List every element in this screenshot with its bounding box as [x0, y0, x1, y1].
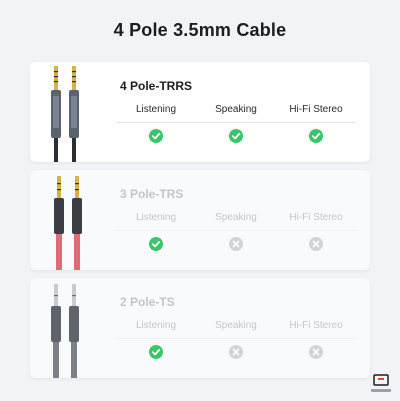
support-icons [116, 237, 356, 251]
cross-icon [276, 237, 356, 251]
col-hifi: Hi-Fi Stereo [289, 104, 343, 115]
col-listening: Listening [135, 104, 177, 115]
cable-image-trrs [30, 62, 110, 162]
col-hifi: Hi-Fi Stereo [289, 212, 343, 223]
pole-title: 2 Pole-TS [120, 295, 175, 309]
check-icon [116, 345, 196, 359]
feature-columns: Listening Speaking Hi-Fi Stereo [116, 104, 356, 115]
pole-title: 4 Pole-TRRS [120, 79, 193, 93]
divider [116, 230, 356, 231]
feature-columns: Listening Speaking Hi-Fi Stereo [116, 320, 356, 331]
col-listening: Listening [135, 320, 177, 331]
col-listening: Listening [135, 212, 177, 223]
support-icons [116, 345, 356, 359]
check-icon [196, 129, 276, 143]
col-speaking: Speaking [215, 212, 257, 223]
cable-image-ts [30, 278, 110, 378]
cable-image-trs [30, 170, 110, 270]
cross-icon [196, 345, 276, 359]
check-icon [116, 129, 196, 143]
pole-card-trrs: 4 Pole-TRRS Listening Speaking Hi-Fi Ste… [30, 62, 370, 162]
pole-card-trs: 3 Pole-TRS Listening Speaking Hi-Fi Ster… [30, 170, 370, 270]
pole-card-ts: 2 Pole-TS Listening Speaking Hi-Fi Stere… [30, 278, 370, 378]
logo-icon [368, 374, 394, 396]
divider [116, 338, 356, 339]
cross-icon [196, 237, 276, 251]
col-speaking: Speaking [215, 320, 257, 331]
check-icon [116, 237, 196, 251]
feature-columns: Listening Speaking Hi-Fi Stereo [116, 212, 356, 223]
support-icons [116, 129, 356, 143]
col-speaking: Speaking [215, 104, 257, 115]
divider [116, 122, 356, 123]
check-icon [276, 129, 356, 143]
page-title: 4 Pole 3.5mm Cable [113, 20, 287, 40]
col-hifi: Hi-Fi Stereo [289, 320, 343, 331]
pole-title: 3 Pole-TRS [120, 187, 184, 201]
cross-icon [276, 345, 356, 359]
